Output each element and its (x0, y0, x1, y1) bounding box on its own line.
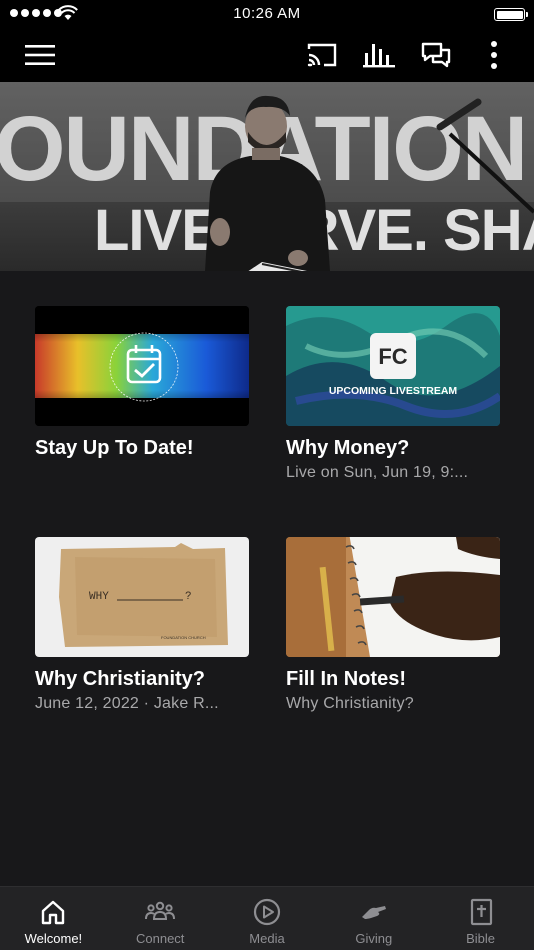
tab-giving[interactable]: Giving (320, 887, 427, 950)
tab-bible[interactable]: Bible (427, 887, 534, 950)
tab-label: Connect (135, 931, 185, 946)
tab-label: Welcome! (24, 931, 83, 946)
card-subtitle: Live on Sun, Jun 19, 9:... (286, 464, 469, 481)
paper-mark: ? (185, 591, 192, 603)
hero-banner[interactable]: OUNDATION CHU LIVE. L RVE. SHARE. (0, 82, 534, 271)
card-thumbnail (35, 306, 249, 426)
home-icon (42, 900, 65, 925)
card-thumbnail: FC UPCOMING LIVESTREAM (286, 306, 500, 426)
menu-icon[interactable] (24, 39, 56, 71)
people-icon (145, 901, 176, 920)
card-why-money[interactable]: FC UPCOMING LIVESTREAM Why Money? Live o… (286, 306, 500, 482)
tab-label: Bible (466, 931, 496, 946)
more-icon[interactable] (478, 39, 510, 71)
card-fill-in-notes[interactable]: Fill In Notes! Why Christianity? (286, 537, 500, 713)
cast-icon[interactable] (306, 39, 338, 71)
card-stay-up-to-date[interactable]: Stay Up To Date! (35, 306, 249, 460)
card-title: Why Christianity? (35, 668, 206, 690)
tab-connect[interactable]: Connect (107, 887, 214, 950)
tab-label: Giving (355, 931, 393, 946)
card-subtitle: June 12, 2022 · Jake R... (35, 695, 219, 712)
card-title: Why Money? (286, 437, 410, 459)
card-title: Fill In Notes! (286, 668, 406, 690)
status-bar: 10:26 AM (0, 0, 534, 28)
tab-media[interactable]: Media (214, 887, 321, 950)
bottom-tab-bar: Welcome! Connect Media Giving Bible (0, 886, 534, 950)
audio-bars-icon[interactable] (363, 39, 395, 71)
handshake-icon (361, 906, 386, 919)
bible-icon (470, 898, 492, 926)
battery-icon (494, 8, 528, 21)
paper-text: WHY (89, 591, 109, 603)
fc-logo: FC (378, 344, 407, 369)
tab-welcome[interactable]: Welcome! (0, 887, 107, 950)
card-subtitle: Why Christianity? (286, 695, 414, 712)
tab-label: Media (249, 931, 285, 946)
card-title: Stay Up To Date! (35, 437, 194, 459)
play-icon (253, 898, 281, 926)
top-toolbar (0, 28, 534, 82)
card-thumbnail: WHY ? FOUNDATION CHURCH (35, 537, 249, 657)
card-thumbnail (286, 537, 500, 657)
paper-footer: FOUNDATION CHURCH (161, 635, 206, 640)
status-time: 10:26 AM (233, 5, 301, 22)
card-why-christianity[interactable]: WHY ? FOUNDATION CHURCH Why Christianity… (35, 537, 249, 713)
chat-icon[interactable] (420, 39, 452, 71)
banner-text: UPCOMING LIVESTREAM (329, 385, 458, 397)
